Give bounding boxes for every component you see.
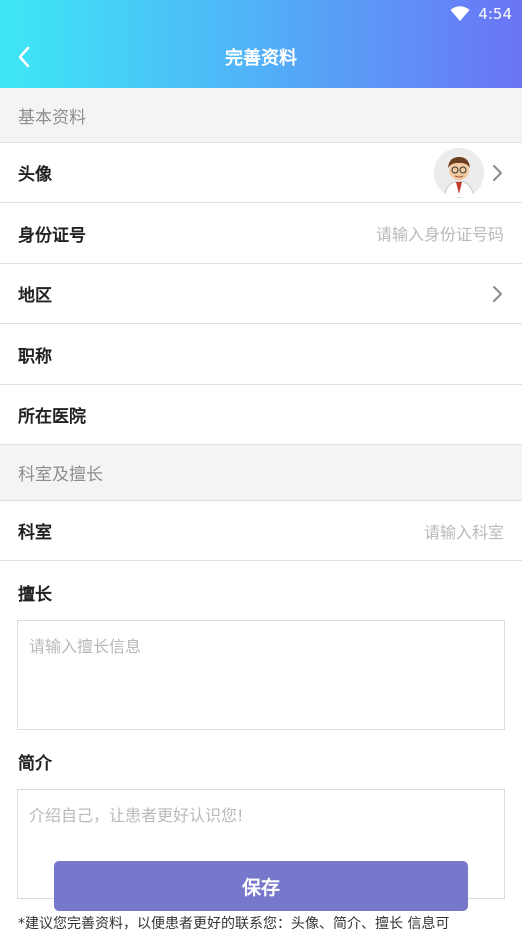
region-label: 地区: [18, 286, 52, 306]
avatar[interactable]: [434, 147, 484, 198]
region-row[interactable]: 地区: [0, 264, 522, 324]
avatar-row[interactable]: 头像: [0, 142, 522, 203]
status-bar: 4:54: [450, 4, 512, 24]
title-label: 职称: [18, 346, 52, 367]
intro-label: 简介: [18, 754, 52, 774]
chevron-right-icon: [493, 285, 502, 302]
id-number-label: 身份证号: [18, 225, 86, 246]
id-number-row[interactable]: 身份证号 请输入身份证号码: [0, 203, 522, 264]
section-basic-info: 基本资料: [0, 88, 522, 142]
section-department: 科室及擅长: [0, 445, 522, 500]
wifi-icon: [450, 6, 470, 21]
department-input[interactable]: 请输入科室: [424, 519, 504, 543]
id-number-input[interactable]: 请输入身份证号码: [376, 221, 504, 245]
specialty-textarea[interactable]: 请输入擅长信息: [17, 620, 505, 730]
specialty-label: 擅长: [18, 585, 52, 605]
department-row[interactable]: 科室 请输入科室: [0, 500, 522, 561]
app-header: 4:54 完善资料: [0, 0, 522, 88]
chevron-right-icon: [493, 164, 502, 181]
page-title: 完善资料: [225, 48, 297, 69]
save-button[interactable]: 保存: [54, 861, 468, 911]
department-label: 科室: [18, 523, 52, 543]
title-row[interactable]: 职称: [0, 324, 522, 385]
hospital-label: 所在医院: [18, 407, 86, 427]
footer-note: *建议您完善资料，以便患者更好的联系您：头像、简介、擅长 信息可: [18, 916, 450, 932]
status-time: 4:54: [478, 5, 512, 23]
hospital-row[interactable]: 所在医院: [0, 385, 522, 445]
avatar-label: 头像: [18, 165, 52, 185]
